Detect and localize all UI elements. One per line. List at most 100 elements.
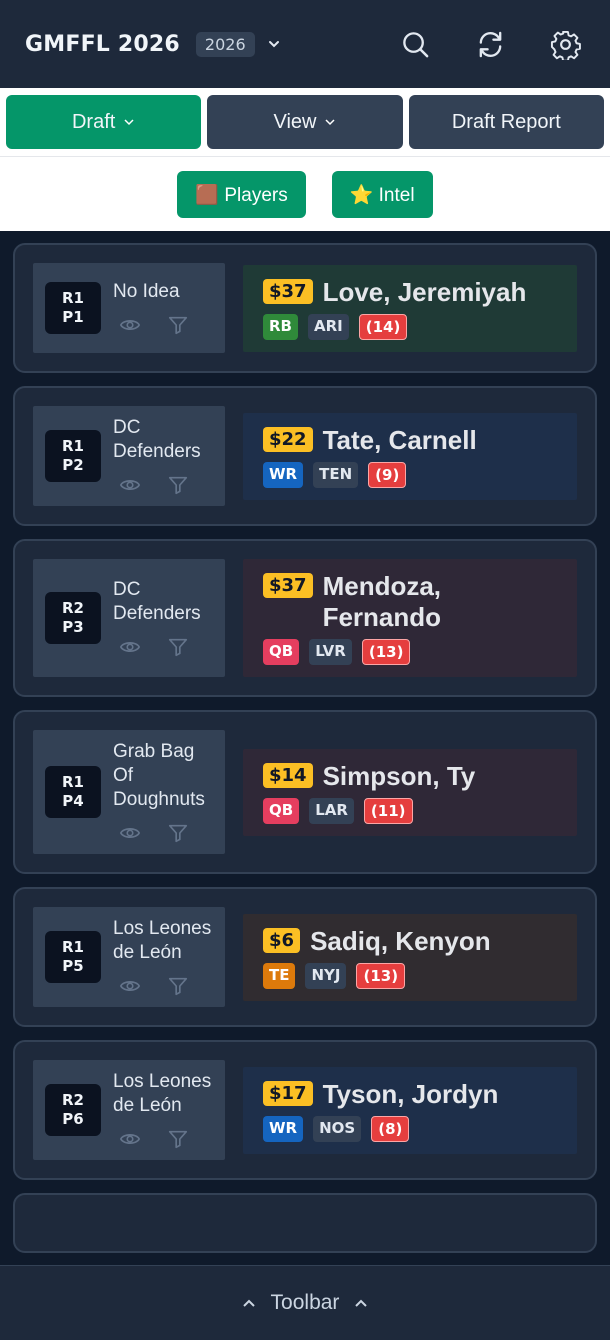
player-box[interactable]: $22 Tate, Carnell WR TEN (9) bbox=[243, 412, 577, 500]
main-nav: Draft View Draft Report bbox=[0, 88, 610, 156]
player-box[interactable]: $14 Simpson, Ty QB LAR (11) bbox=[243, 748, 577, 836]
price-badge: $17 bbox=[263, 1080, 313, 1106]
view-menu-button[interactable]: View bbox=[207, 95, 403, 149]
draft-pick-card[interactable]: R2 P6 Los Leones de León $17 Tyson, Jord… bbox=[13, 1040, 597, 1180]
draft-menu-button[interactable]: Draft bbox=[6, 95, 202, 149]
nfl-team-tag: NYJ bbox=[305, 962, 347, 989]
players-button[interactable]: 🟫 Players bbox=[177, 171, 306, 218]
refresh-icon[interactable] bbox=[475, 29, 506, 60]
bye-week-tag: (8) bbox=[371, 1115, 410, 1142]
draft-pick-card[interactable]: R1 P4 Grab Bag Of Doughnuts $14 Simpson,… bbox=[13, 710, 597, 874]
position-tag: RB bbox=[263, 313, 298, 340]
filter-icon[interactable] bbox=[167, 314, 189, 336]
price-badge: $6 bbox=[263, 927, 301, 953]
player-box[interactable]: $17 Tyson, Jordyn WR NOS (8) bbox=[243, 1066, 577, 1154]
player-name: Love, Jeremiyah bbox=[322, 276, 527, 307]
eye-icon[interactable] bbox=[119, 314, 141, 336]
player-box[interactable]: $6 Sadiq, Kenyon TE NYJ (13) bbox=[243, 913, 577, 1001]
gear-icon[interactable] bbox=[550, 29, 581, 60]
chevron-up-icon bbox=[242, 1299, 255, 1307]
draft-pick-card[interactable]: R1 P2 DC Defenders $22 Tate, Carnell WR … bbox=[13, 386, 597, 526]
app-header: GMFFL 2026 2026 bbox=[0, 0, 610, 88]
team-box: R2 P6 Los Leones de León bbox=[33, 1060, 225, 1160]
bye-week-tag: (13) bbox=[356, 962, 406, 989]
chevron-down-icon[interactable] bbox=[267, 37, 281, 51]
filter-icon[interactable] bbox=[167, 474, 189, 496]
chevron-down-icon bbox=[124, 119, 134, 126]
intel-button[interactable]: ⭐ Intel bbox=[331, 171, 433, 218]
team-name: Los Leones de León bbox=[113, 1071, 212, 1116]
bye-week-tag: (13) bbox=[361, 639, 411, 665]
pick-badge: R1 P2 bbox=[45, 430, 101, 482]
draft-pick-card[interactable]: R1 P1 No Idea $37 Love, Jeremiyah RB ARI… bbox=[13, 243, 597, 373]
team-box: R2 P3 DC Defenders bbox=[33, 559, 225, 677]
player-box[interactable]: $37 Love, Jeremiyah RB ARI (14) bbox=[243, 264, 577, 352]
round-label: R2 bbox=[62, 1091, 84, 1109]
pick-badge: R2 P3 bbox=[45, 592, 101, 644]
bye-week-tag: (9) bbox=[368, 461, 407, 488]
position-tag: WR bbox=[263, 1115, 304, 1142]
nfl-team-tag: LAR bbox=[309, 797, 354, 824]
round-label: R1 bbox=[62, 938, 84, 956]
eye-icon[interactable] bbox=[119, 1128, 141, 1150]
nfl-team-tag: ARI bbox=[307, 313, 349, 340]
draft-pick-card[interactable]: R1 P5 Los Leones de León $6 Sadiq, Kenyo… bbox=[13, 887, 597, 1027]
player-box[interactable]: $37 Mendoza, Fernando QB LVR (13) bbox=[243, 559, 577, 677]
pick-label: P3 bbox=[62, 618, 84, 636]
round-label: R1 bbox=[62, 773, 84, 791]
round-label: R1 bbox=[62, 289, 84, 307]
toolbar-label: Toolbar bbox=[270, 1291, 340, 1314]
draft-pick-card[interactable]: R2 P3 DC Defenders $37 Mendoza, Fernando… bbox=[13, 539, 597, 697]
position-tag: QB bbox=[263, 639, 300, 665]
player-name: Tate, Carnell bbox=[322, 424, 477, 455]
team-name: DC Defenders bbox=[113, 579, 201, 624]
team-name: DC Defenders bbox=[113, 417, 201, 462]
nfl-team-tag: TEN bbox=[313, 461, 359, 488]
team-box: R1 P5 Los Leones de León bbox=[33, 907, 225, 1007]
pick-label: P4 bbox=[62, 792, 84, 810]
pick-label: P2 bbox=[62, 456, 84, 474]
eye-icon[interactable] bbox=[119, 474, 141, 496]
filter-icon[interactable] bbox=[167, 822, 189, 844]
pick-badge: R1 P1 bbox=[45, 282, 101, 334]
team-box: R1 P4 Grab Bag Of Doughnuts bbox=[33, 730, 225, 854]
player-name: Mendoza, Fernando bbox=[322, 571, 442, 632]
player-name: Tyson, Jordyn bbox=[322, 1078, 499, 1109]
team-name: Grab Bag Of Doughnuts bbox=[113, 741, 205, 810]
price-badge: $14 bbox=[263, 762, 313, 788]
team-box: R1 P2 DC Defenders bbox=[33, 406, 225, 506]
pick-badge: R2 P6 bbox=[45, 1084, 101, 1136]
filter-icon[interactable] bbox=[167, 636, 189, 658]
round-label: R1 bbox=[62, 437, 84, 455]
bottom-toolbar[interactable]: Toolbar bbox=[0, 1265, 610, 1340]
filter-icon[interactable] bbox=[167, 1128, 189, 1150]
draft-picks-list[interactable]: R1 P1 No Idea $37 Love, Jeremiyah RB ARI… bbox=[0, 231, 610, 1265]
draft-report-label: Draft Report bbox=[451, 110, 561, 133]
draft-menu-label: Draft bbox=[71, 110, 116, 133]
search-icon[interactable] bbox=[400, 29, 431, 60]
pick-badge: R1 P5 bbox=[45, 931, 101, 983]
filter-icon[interactable] bbox=[167, 975, 189, 997]
team-name: Los Leones de León bbox=[113, 918, 212, 963]
eye-icon[interactable] bbox=[119, 975, 141, 997]
year-badge[interactable]: 2026 bbox=[195, 31, 255, 57]
nfl-team-tag: LVR bbox=[309, 639, 352, 665]
position-tag: WR bbox=[263, 461, 304, 488]
nfl-team-tag: NOS bbox=[313, 1115, 362, 1142]
draft-pick-card-partial[interactable] bbox=[13, 1193, 597, 1253]
sub-nav: 🟫 Players ⭐ Intel bbox=[0, 156, 610, 231]
eye-icon[interactable] bbox=[119, 636, 141, 658]
pick-label: P6 bbox=[62, 1110, 84, 1128]
team-box: R1 P1 No Idea bbox=[33, 263, 225, 353]
view-menu-label: View bbox=[273, 110, 317, 133]
bye-week-tag: (11) bbox=[363, 797, 413, 824]
chevron-down-icon bbox=[325, 119, 336, 126]
player-name: Sadiq, Kenyon bbox=[310, 925, 491, 956]
price-badge: $22 bbox=[263, 426, 313, 452]
pick-label: P1 bbox=[62, 308, 84, 326]
price-badge: $37 bbox=[263, 573, 313, 598]
pick-badge: R1 P4 bbox=[45, 766, 101, 818]
pick-label: P5 bbox=[62, 957, 84, 975]
eye-icon[interactable] bbox=[119, 822, 141, 844]
draft-report-button[interactable]: Draft Report bbox=[408, 95, 604, 149]
